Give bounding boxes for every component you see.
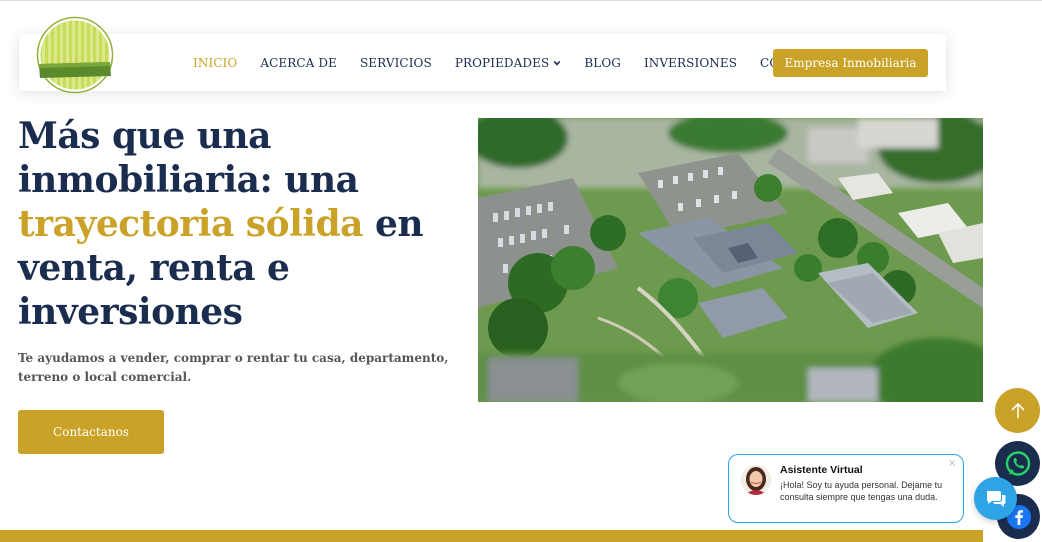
nav-item-propiedades[interactable]: PROPIEDADES — [455, 56, 562, 70]
nav-item-servicios[interactable]: SERVICIOS — [360, 56, 432, 70]
footer-accent-bar — [0, 530, 983, 542]
virtual-assistant-popup[interactable]: Asistente Virtual ¡Hola! Soy tu ayuda pe… — [728, 454, 964, 523]
chat-icon — [986, 490, 1005, 507]
hero-title-highlight: trayectoria sólida — [18, 203, 363, 245]
hero-title-part1: Más que una inmobiliaria: una — [18, 115, 359, 201]
whatsapp-icon — [1005, 450, 1030, 476]
nav-item-acerca-de[interactable]: ACERCA DE — [260, 56, 337, 70]
assistant-avatar — [741, 465, 771, 495]
nav-item-propiedades-label: PROPIEDADES — [454, 55, 550, 70]
hero-title: Más que una inmobiliaria: una trayectori… — [18, 114, 438, 334]
empresa-inmobiliaria-button[interactable]: Empresa Inmobiliaria — [773, 49, 928, 77]
arrow-up-icon — [1010, 402, 1025, 418]
close-icon[interactable]: × — [948, 458, 956, 469]
chat-button[interactable] — [974, 477, 1017, 520]
assistant-title: Asistente Virtual — [780, 464, 863, 476]
hero-subtitle: Te ayudamos a vender, comprar o rentar t… — [18, 351, 449, 384]
scroll-top-button[interactable] — [995, 388, 1040, 433]
assistant-message: ¡Hola! Soy tu ayuda personal. Dejame tu … — [780, 480, 943, 502]
nav-item-blog[interactable]: BLOG — [584, 56, 621, 70]
nav-item-inversiones[interactable]: INVERSIONES — [644, 56, 737, 70]
logo-icon[interactable] — [36, 16, 114, 94]
contactanos-button[interactable]: Contactanos — [18, 410, 164, 454]
main-menu: INICIO ACERCA DE SERVICIOS PROPIEDADES B… — [193, 34, 856, 91]
aerial-campus-image — [478, 118, 983, 402]
nav-item-inicio[interactable]: INICIO — [193, 56, 237, 70]
navbar: INICIO ACERCA DE SERVICIOS PROPIEDADES B… — [19, 16, 946, 94]
chevron-down-icon — [553, 60, 561, 66]
top-divider — [0, 0, 1042, 1]
